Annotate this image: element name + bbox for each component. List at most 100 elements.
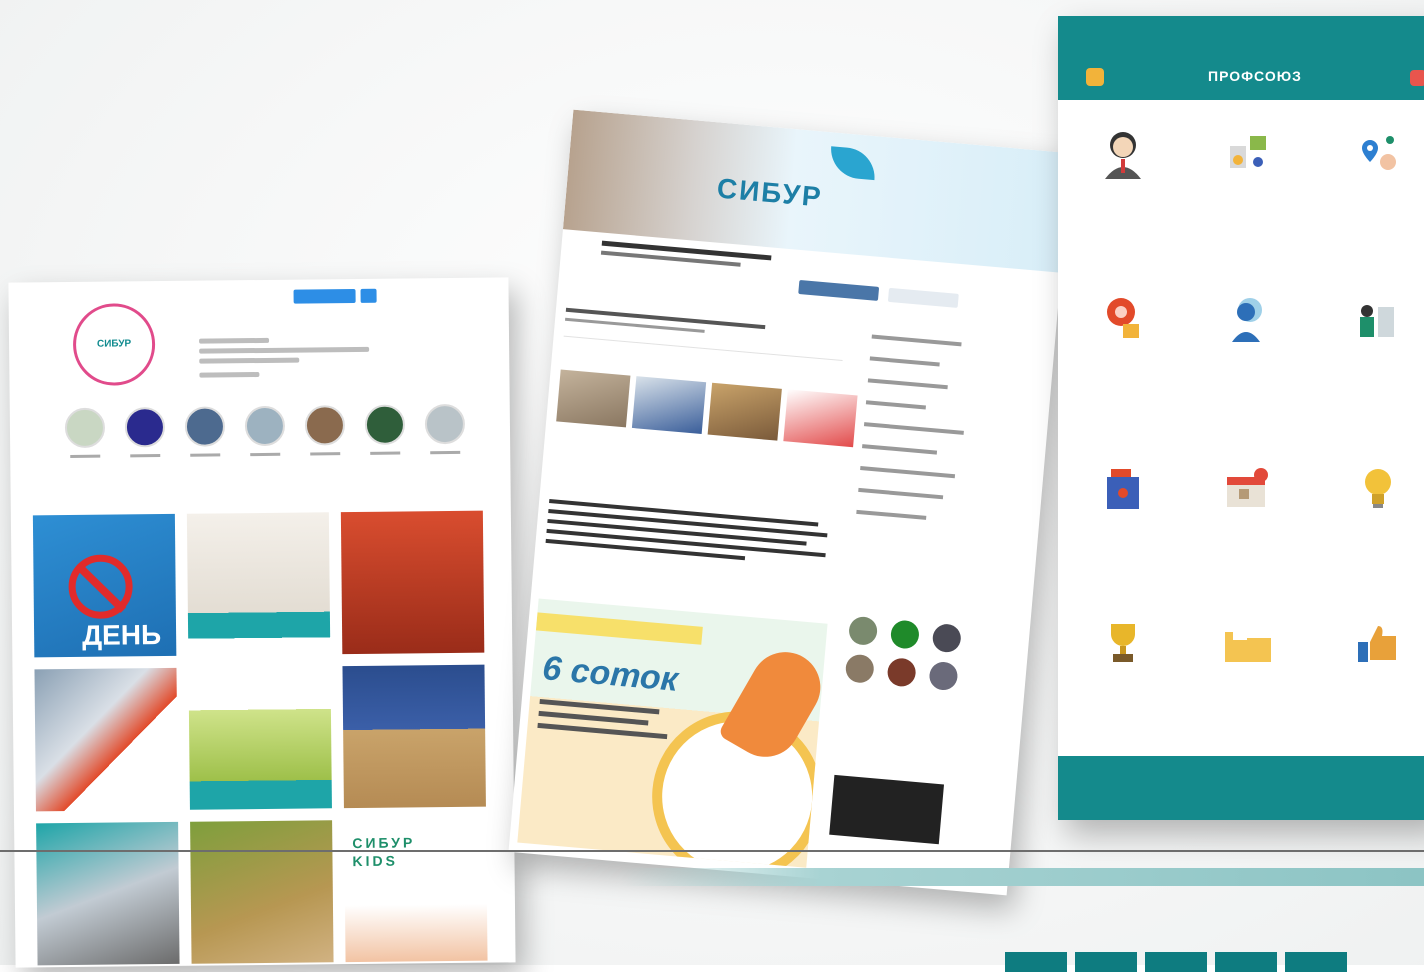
sidebar-item[interactable] — [866, 400, 926, 409]
menu-tile[interactable] — [1313, 461, 1424, 533]
menu-tile[interactable] — [1058, 616, 1188, 688]
story-highlight[interactable] — [365, 404, 406, 454]
trophy-icon — [1095, 616, 1151, 672]
follow-options-button[interactable] — [361, 289, 377, 303]
bio-line — [199, 338, 269, 344]
profile-avatar[interactable]: СИБУР — [73, 303, 156, 386]
menu-tile[interactable] — [1058, 126, 1188, 198]
post-tile[interactable] — [187, 512, 330, 655]
promo-post-image[interactable]: 6 соток — [517, 598, 827, 867]
promo-headline: 6 соток — [541, 649, 680, 700]
sidebar-item[interactable] — [862, 444, 937, 455]
story-circle — [305, 405, 345, 445]
thumbs-up-icon — [1350, 616, 1406, 672]
story-highlight[interactable] — [425, 404, 466, 454]
story-circle — [125, 407, 165, 447]
post-tile[interactable]: СИБУР KIDS — [344, 819, 487, 962]
sidebar-item[interactable] — [864, 422, 964, 435]
posts-grid: ДЕНЬ СИБУР KIDS — [33, 511, 488, 966]
post-text-line — [546, 539, 746, 560]
bottom-tiles — [1005, 952, 1347, 972]
menu-tile[interactable] — [1183, 616, 1313, 688]
post-tile[interactable] — [190, 820, 333, 963]
profile-tabs — [181, 485, 261, 489]
lightbulb-icon — [1350, 461, 1406, 517]
pinned-info — [564, 300, 846, 361]
story-label — [190, 453, 220, 456]
menu-tile[interactable] — [1313, 616, 1424, 688]
story-label — [250, 453, 280, 456]
menu-tile[interactable] — [1183, 126, 1313, 198]
profile-icon[interactable] — [1086, 68, 1104, 86]
subscribe-button[interactable] — [798, 280, 879, 301]
album-photo[interactable] — [708, 383, 782, 441]
story-highlight[interactable] — [125, 407, 166, 457]
app-title: ПРОФСОЮЗ — [1208, 68, 1302, 84]
story-circle — [185, 406, 225, 446]
bio-line — [199, 347, 369, 354]
user-search-icon — [1220, 291, 1276, 347]
story-label — [430, 451, 460, 454]
message-button[interactable] — [888, 288, 959, 308]
video-thumbnail[interactable] — [829, 775, 944, 844]
post-tile[interactable]: ДЕНЬ — [33, 514, 176, 657]
folder-icon — [1220, 616, 1276, 672]
album-photo[interactable] — [632, 376, 706, 434]
sidebar-item[interactable] — [856, 510, 926, 520]
sidebar-item[interactable] — [858, 488, 943, 499]
sidebar-menu — [844, 316, 1051, 530]
story-highlight[interactable] — [185, 406, 226, 456]
story-label — [310, 452, 340, 455]
follow-button[interactable] — [294, 289, 356, 304]
member-avatar[interactable] — [845, 654, 875, 684]
member-avatar[interactable] — [886, 657, 916, 687]
post-tile[interactable] — [342, 665, 485, 808]
story-label — [130, 454, 160, 457]
post-tile[interactable] — [36, 822, 179, 965]
story-circle — [365, 404, 405, 444]
story-circle — [245, 406, 285, 446]
menu-tile[interactable] — [1313, 291, 1424, 363]
menu-tile[interactable] — [1313, 126, 1424, 198]
album-photo[interactable] — [556, 370, 630, 428]
documents-icon — [1220, 126, 1276, 182]
menu-tile[interactable] — [1058, 461, 1188, 533]
bottom-tile — [1005, 952, 1067, 972]
member-avatar[interactable] — [932, 623, 962, 653]
sidebar-item[interactable] — [870, 356, 940, 366]
map-pin-icon — [1350, 126, 1406, 182]
album-photo[interactable] — [783, 389, 857, 447]
story-highlight[interactable] — [305, 405, 346, 455]
promo-ribbon — [536, 612, 703, 644]
gift-badge-icon — [1095, 291, 1151, 347]
leaf-icon — [829, 146, 877, 180]
ballot-box-icon — [1095, 461, 1151, 517]
post-tile[interactable] — [188, 666, 331, 809]
bottom-tile — [1145, 952, 1207, 972]
sidebar-item[interactable] — [872, 335, 962, 347]
post-tile[interactable] — [341, 511, 484, 654]
calendar-icon — [1220, 461, 1276, 517]
banner-title: СИБУР — [716, 173, 824, 214]
member-avatar[interactable] — [928, 661, 958, 691]
post-tile[interactable] — [34, 668, 177, 811]
member-avatar[interactable] — [848, 616, 878, 646]
sidebar-item[interactable] — [860, 466, 955, 478]
teal-band — [620, 868, 1424, 886]
menu-tile[interactable] — [1183, 461, 1313, 533]
story-highlight[interactable] — [245, 406, 286, 456]
story-circle — [65, 408, 105, 448]
app-footer — [1058, 756, 1424, 820]
members-grid — [845, 616, 962, 692]
instagram-profile-screenshot: СИБУР ДЕНЬ СИБУР K — [8, 277, 515, 967]
member-avatar[interactable] — [890, 619, 920, 649]
notification-icon[interactable] — [1410, 70, 1424, 86]
story-highlight[interactable] — [65, 408, 106, 458]
menu-tile[interactable] — [1058, 291, 1188, 363]
sidebar-item[interactable] — [868, 378, 948, 389]
vk-community-screenshot: СИБУР 6 соток — [508, 110, 1071, 896]
bottom-tile — [1215, 952, 1277, 972]
bio-line — [199, 358, 299, 364]
menu-tile[interactable] — [1183, 291, 1313, 363]
app-header: ПРОФСОЮЗ — [1058, 16, 1424, 100]
